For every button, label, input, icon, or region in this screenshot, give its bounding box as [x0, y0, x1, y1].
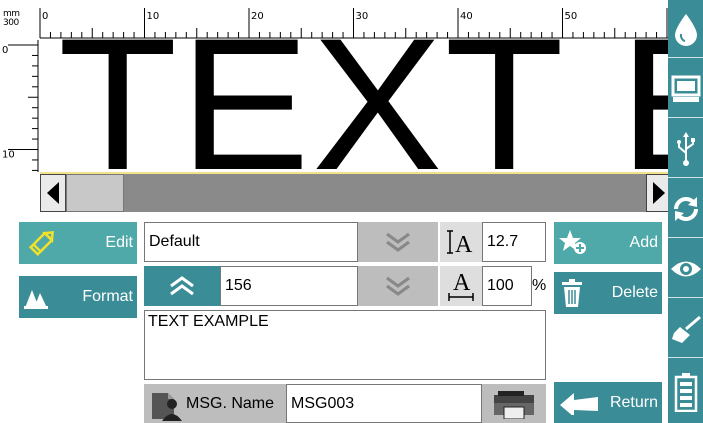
battery-button[interactable] — [668, 360, 703, 423]
ruler-tick-label: 40 — [460, 11, 473, 22]
refresh-button[interactable] — [668, 180, 703, 238]
edit-button[interactable]: Edit — [19, 222, 137, 264]
scroll-left-button[interactable] — [40, 174, 66, 212]
arrow-right-icon — [653, 182, 665, 204]
decrease-button[interactable] — [358, 266, 438, 306]
trash-icon — [562, 279, 582, 307]
clean-button[interactable] — [668, 300, 703, 358]
svg-text:A: A — [453, 270, 471, 296]
message-text-input[interactable]: TEXT EXAMPLE — [144, 310, 546, 380]
ruler-tick-label: 50 — [565, 11, 578, 22]
monitor-button[interactable] — [668, 60, 703, 118]
font-dropdown-button[interactable] — [358, 222, 438, 262]
scroll-thumb[interactable] — [66, 174, 124, 212]
star-add-icon — [559, 230, 586, 254]
increase-button[interactable] — [144, 266, 220, 306]
text-width-icon: A — [440, 266, 482, 306]
preview-scrollbar[interactable] — [40, 172, 672, 212]
delete-label: Delete — [611, 284, 658, 301]
arrow-left-icon — [47, 182, 59, 204]
usb-button[interactable] — [668, 120, 703, 178]
width-value: 100 — [487, 277, 514, 294]
format-button[interactable]: Format — [19, 276, 137, 318]
monitor-icon — [671, 75, 700, 102]
refresh-icon — [673, 196, 698, 221]
ruler-unit: mm 300 — [3, 10, 20, 28]
svg-text:A: A — [455, 232, 473, 257]
spacing-input[interactable]: 156 — [220, 266, 358, 306]
message-preview: TEXT E 01020304050 010 mm 300 — [0, 0, 668, 172]
add-label: Add — [629, 234, 658, 251]
font-value: Default — [149, 233, 200, 250]
add-button[interactable]: Add — [554, 222, 662, 264]
return-button[interactable]: Return — [554, 382, 662, 423]
message-name-input[interactable]: MSG003 — [286, 384, 482, 423]
message-name-value: MSG003 — [291, 394, 355, 412]
return-arrow-icon — [560, 393, 598, 415]
pencil-icon — [28, 231, 54, 257]
text-width-input[interactable]: 100 — [482, 266, 532, 306]
right-toolbar — [668, 0, 703, 423]
ruler-tick-label: 0 — [2, 45, 8, 56]
edit-label: Edit — [105, 234, 133, 251]
chevron-down-icon — [386, 276, 410, 296]
text-height-input[interactable]: 12.7 — [482, 222, 546, 262]
message-name-label: MSG. Name — [186, 394, 275, 412]
chevron-up-icon — [170, 276, 194, 296]
ruler-tick-label: 10 — [2, 150, 15, 161]
ruler-tick-label: 20 — [251, 11, 264, 22]
delete-button[interactable]: Delete — [554, 272, 662, 314]
horizontal-ruler: 0 10 20 30 40 50 — [39, 8, 668, 39]
return-label: Return — [609, 394, 658, 411]
ruler-tick-label: 30 — [356, 11, 369, 22]
ruler-resolution-label: 300 — [3, 18, 19, 28]
height-value: 12.7 — [487, 233, 519, 250]
format-label: Format — [82, 288, 133, 305]
spacing-value: 156 — [225, 277, 252, 294]
ink-drop-icon — [674, 13, 697, 46]
chevron-down-icon — [386, 232, 410, 252]
battery-icon — [674, 372, 697, 412]
broom-icon — [671, 315, 701, 343]
print-button[interactable] — [482, 384, 546, 423]
text-height-icon: A — [440, 222, 482, 262]
percent-label: % — [532, 277, 547, 294]
format-icon — [24, 290, 48, 309]
view-button[interactable] — [668, 240, 703, 298]
eye-icon — [670, 261, 701, 276]
usb-icon — [676, 131, 695, 166]
font-select[interactable]: Default — [144, 222, 358, 262]
file-user-icon — [152, 392, 182, 421]
ruler-tick-label: 0 — [42, 11, 48, 22]
printer-icon — [494, 390, 534, 419]
message-name-label-box: MSG. Name — [144, 384, 286, 423]
ink-button[interactable] — [668, 0, 703, 58]
ruler-tick-label: 10 — [147, 11, 160, 22]
